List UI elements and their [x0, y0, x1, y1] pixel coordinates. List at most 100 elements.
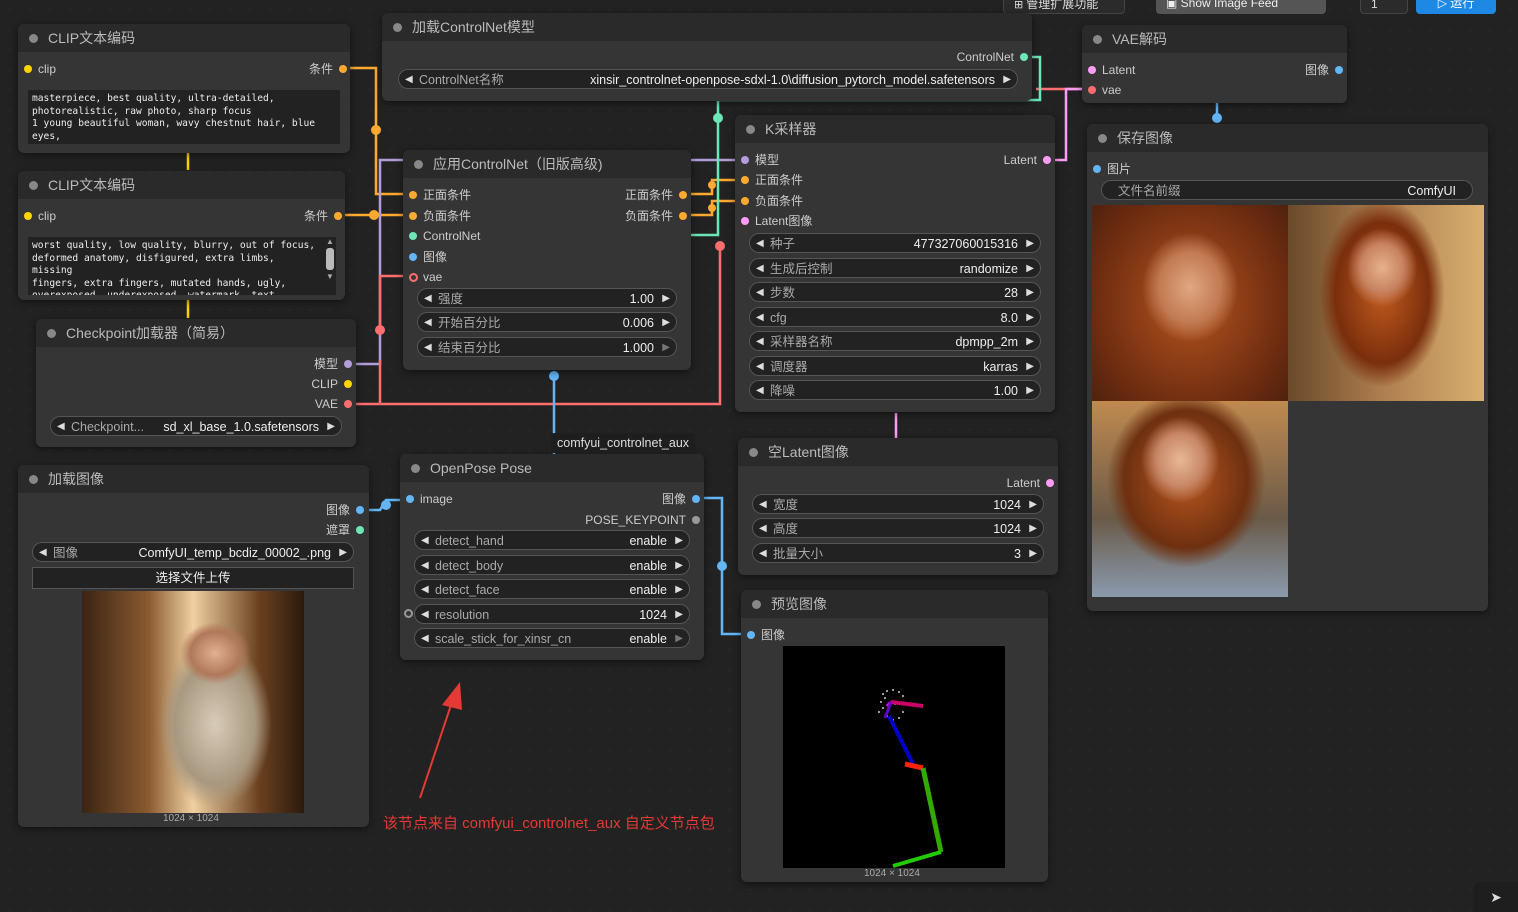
manage-extensions-button[interactable]: ⊞ 管理扩展功能: [1003, 0, 1125, 14]
input-clip[interactable]: clip: [24, 61, 56, 77]
output-mask[interactable]: 遮罩: [326, 522, 364, 538]
checkpoint-name-combo[interactable]: ◀ Checkpoint... sd_xl_base_1.0.safetensors…: [50, 416, 342, 436]
input-clip[interactable]: clip: [24, 208, 56, 224]
arrow-left-icon[interactable]: ◀: [756, 259, 764, 279]
output-vae[interactable]: VAE: [315, 396, 352, 412]
arrow-left-icon[interactable]: ◀: [756, 283, 764, 303]
arrow-left-icon[interactable]: ◀: [759, 519, 767, 539]
arrow-right-icon[interactable]: ▶: [339, 543, 347, 563]
openpose-pose-node[interactable]: OpenPose Pose comfyui_controlnet_aux ima…: [400, 433, 704, 660]
input-image[interactable]: image: [406, 491, 453, 507]
image-pin-icon[interactable]: [1093, 165, 1101, 173]
arrow-right-icon[interactable]: ▶: [1029, 519, 1037, 539]
arrow-right-icon[interactable]: ▶: [1026, 283, 1034, 303]
batch-size-widget[interactable]: ◀ 批量大小 3 ▶: [752, 543, 1044, 563]
collapse-dot-icon[interactable]: [411, 464, 420, 473]
model-pin-icon[interactable]: [344, 360, 352, 368]
collapse-dot-icon[interactable]: [746, 125, 755, 134]
arrow-left-icon[interactable]: ◀: [39, 543, 47, 563]
output-image-2[interactable]: [1288, 205, 1484, 401]
arrow-left-icon[interactable]: ◀: [421, 629, 429, 649]
queue-count-stepper[interactable]: 1: [1360, 0, 1408, 14]
collapse-dot-icon[interactable]: [752, 600, 761, 609]
arrow-left-icon[interactable]: ◀: [756, 308, 764, 328]
conditioning-pin-icon[interactable]: [679, 212, 687, 220]
output-negative[interactable]: 负面条件: [625, 208, 687, 224]
scroll-up-icon[interactable]: ▲: [324, 237, 336, 246]
input-negative[interactable]: 负面条件: [409, 208, 471, 224]
image-pin-icon[interactable]: [1335, 66, 1343, 74]
vae-pin-icon[interactable]: [1088, 86, 1096, 94]
resolution-widget[interactable]: ◀ resolution 1024 ▶: [414, 604, 690, 624]
conditioning-pin-icon[interactable]: [334, 212, 342, 220]
textarea-scrollbar[interactable]: ▲ ▼: [324, 237, 336, 295]
clip-pin-icon[interactable]: [24, 65, 32, 73]
preview-image-node[interactable]: 预览图像 图像 1024 × 1024: [741, 590, 1048, 882]
image-file-combo[interactable]: ◀ 图像 ComfyUI_temp_bcdiz_00002_.png ▶: [32, 542, 354, 562]
load-controlnet-node[interactable]: 加载ControlNet模型 ControlNet ◀ ControlNet名称 x…: [382, 13, 1032, 101]
arrow-right-icon[interactable]: ▶: [675, 629, 683, 649]
vae-pin-icon[interactable]: [409, 273, 418, 282]
collapse-dot-icon[interactable]: [29, 34, 38, 43]
filename-prefix-input[interactable]: 文件名前缀 ComfyUI: [1101, 180, 1473, 200]
input-controlnet[interactable]: ControlNet: [409, 228, 480, 244]
arrow-left-icon[interactable]: ◀: [421, 556, 429, 576]
arrow-right-icon[interactable]: ▶: [1026, 381, 1034, 401]
scheduler-combo[interactable]: ◀ 调度器 karras ▶: [749, 356, 1041, 376]
arrow-right-icon[interactable]: ▶: [675, 605, 683, 625]
image-pin-icon[interactable]: [747, 631, 755, 639]
steps-widget[interactable]: ◀ 步数 28 ▶: [749, 282, 1041, 302]
sampler-name-combo[interactable]: ◀ 采样器名称 dpmpp_2m ▶: [749, 331, 1041, 351]
conditioning-pin-icon[interactable]: [741, 176, 749, 184]
clip-pin-icon[interactable]: [344, 380, 352, 388]
collapse-dot-icon[interactable]: [1093, 35, 1102, 44]
latent-pin-icon[interactable]: [1088, 66, 1096, 74]
height-widget[interactable]: ◀ 高度 1024 ▶: [752, 518, 1044, 538]
output-image[interactable]: 图像: [662, 491, 700, 507]
arrow-right-icon[interactable]: ▶: [1026, 234, 1034, 254]
image-pin-icon[interactable]: [406, 495, 414, 503]
arrow-left-icon[interactable]: ◀: [759, 495, 767, 515]
arrow-right-icon[interactable]: ▶: [327, 417, 335, 437]
arrow-left-icon[interactable]: ◀: [57, 417, 65, 437]
arrow-right-icon[interactable]: ▶: [1026, 332, 1034, 352]
conditioning-pin-icon[interactable]: [339, 65, 347, 73]
denoise-slider[interactable]: ◀ 降噪 1.00 ▶: [749, 380, 1041, 400]
vae-pin-icon[interactable]: [344, 400, 352, 408]
collapse-dot-icon[interactable]: [749, 448, 758, 457]
scale-stick-toggle[interactable]: ◀ scale_stick_for_xinsr_cn enable ▶: [414, 628, 690, 648]
input-latent[interactable]: Latent: [1088, 62, 1135, 78]
arrow-right-icon[interactable]: ▶: [1029, 544, 1037, 564]
arrow-right-icon[interactable]: ▶: [1026, 308, 1034, 328]
output-clip[interactable]: CLIP: [311, 376, 352, 392]
image-pin-icon[interactable]: [409, 253, 417, 261]
seed-widget[interactable]: ◀ 种子 477327060015316 ▶: [749, 233, 1041, 253]
arrow-right-icon[interactable]: ▶: [662, 289, 670, 309]
detect-body-toggle[interactable]: ◀ detect_body enable ▶: [414, 555, 690, 575]
collapse-dot-icon[interactable]: [414, 160, 423, 169]
arrow-left-icon[interactable]: ◀: [756, 381, 764, 401]
collapse-dot-icon[interactable]: [1098, 134, 1107, 143]
clip-pin-icon[interactable]: [24, 212, 32, 220]
arrow-left-icon[interactable]: ◀: [421, 605, 429, 625]
output-model[interactable]: 模型: [314, 356, 352, 372]
output-conditioning[interactable]: 条件: [309, 61, 347, 77]
load-image-node[interactable]: 加载图像 图像 遮罩 ◀ 图像 ComfyUI_temp_bcdiz_00002_.…: [18, 465, 369, 827]
input-image[interactable]: 图像: [409, 249, 447, 265]
input-images[interactable]: 图片: [1093, 161, 1131, 177]
input-vae[interactable]: vae: [409, 269, 442, 285]
arrow-right-icon[interactable]: ▶: [675, 580, 683, 600]
end-percent-slider[interactable]: ◀ 结束百分比 1.000 ▶: [417, 337, 677, 357]
arrow-left-icon[interactable]: ◀: [405, 70, 413, 90]
empty-latent-image-node[interactable]: 空Latent图像 Latent ◀ 宽度 1024 ▶ ◀ 高度 1024 ▶ ◀ 批量大小…: [738, 438, 1058, 575]
vae-decode-node[interactable]: VAE解码 Latent vae 图像: [1082, 25, 1347, 103]
cfg-widget[interactable]: ◀ cfg 8.0 ▶: [749, 307, 1041, 327]
apply-controlnet-node[interactable]: 应用ControlNet（旧版高级) 正面条件 负面条件 ControlNet …: [403, 150, 691, 370]
width-widget[interactable]: ◀ 宽度 1024 ▶: [752, 494, 1044, 514]
ksampler-node[interactable]: K采样器 模型 正面条件 负面条件 Latent图像 Latent ◀ 种子 477…: [735, 115, 1055, 412]
start-percent-slider[interactable]: ◀ 开始百分比 0.006 ▶: [417, 312, 677, 332]
collapse-dot-icon[interactable]: [47, 329, 56, 338]
keypoint-pin-icon[interactable]: [692, 516, 700, 524]
upload-file-button[interactable]: 选择文件上传: [32, 567, 354, 589]
conditioning-pin-icon[interactable]: [409, 212, 417, 220]
